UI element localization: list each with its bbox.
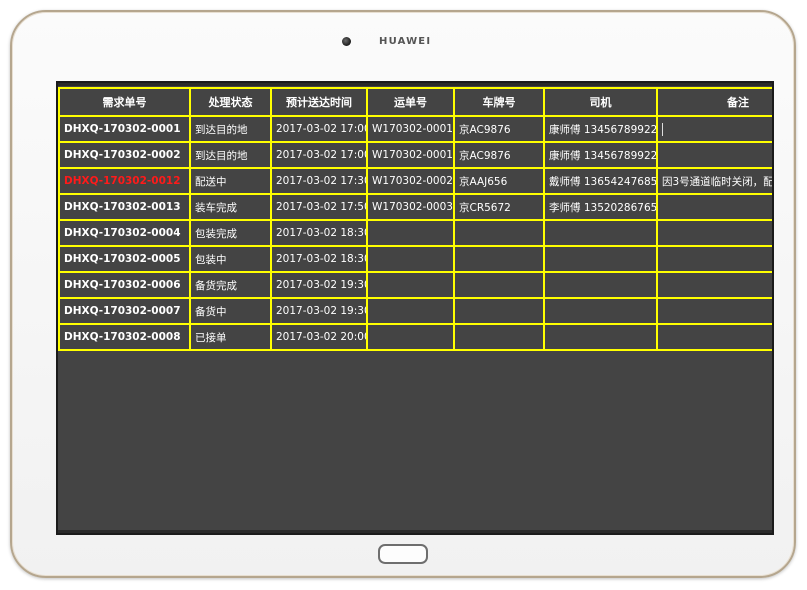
table-row[interactable]: DHXQ-170302-0008 已接单 2017-03-02 20:00 [58,323,772,351]
table-row[interactable]: DHXQ-170302-0002 到达目的地 2017-03-02 17:00 … [58,141,772,169]
cell-eta[interactable]: 2017-03-02 19:30 [270,297,368,325]
cell-waybill[interactable]: W170302-0001 [366,115,455,143]
cell-driver[interactable]: 李师傅 13520286765 [543,193,658,221]
tablet-frame: HUAWEI 需求单号 处理状态 预计送达时间 运单号 车牌号 司机 备注 DH… [10,10,796,578]
cell-waybill[interactable] [366,323,455,351]
cell-order-id[interactable]: DHXQ-170302-0012 [58,167,191,195]
cell-status[interactable]: 备货中 [189,297,272,325]
column-header-note[interactable]: 备注 [656,87,772,117]
cell-plate[interactable] [453,219,545,247]
cell-waybill[interactable] [366,271,455,299]
cell-note[interactable] [656,193,772,221]
cell-waybill[interactable]: W170302-0001 [366,141,455,169]
cell-note[interactable] [656,219,772,247]
cell-order-id[interactable]: DHXQ-170302-0013 [58,193,191,221]
cell-order-id[interactable]: DHXQ-170302-0006 [58,271,191,299]
cell-status[interactable]: 配送中 [189,167,272,195]
column-header-status[interactable]: 处理状态 [189,87,272,117]
cell-driver[interactable]: 康师傅 13456789922 [543,115,658,143]
cell-eta[interactable]: 2017-03-02 18:30 [270,245,368,273]
cell-plate[interactable]: 京AC9876 [453,141,545,169]
column-header-waybill[interactable]: 运单号 [366,87,455,117]
tablet-screen: 需求单号 处理状态 预计送达时间 运单号 车牌号 司机 备注 DHXQ-1703… [56,81,774,535]
cell-plate[interactable] [453,297,545,325]
cell-driver[interactable] [543,323,658,351]
camera-icon [342,37,351,46]
delivery-order-table: 需求单号 处理状态 预计送达时间 运单号 车牌号 司机 备注 DHXQ-1703… [58,87,772,351]
cell-driver[interactable] [543,219,658,247]
column-header-driver[interactable]: 司机 [543,87,658,117]
cell-note[interactable]: 因3号通道临时关闭，配 [656,167,772,195]
cell-status[interactable]: 装车完成 [189,193,272,221]
cell-note[interactable] [656,297,772,325]
cell-driver[interactable]: 康师傅 13456789922 [543,141,658,169]
cell-status[interactable]: 到达目的地 [189,115,272,143]
cell-status[interactable]: 备货完成 [189,271,272,299]
column-header-order-id[interactable]: 需求单号 [58,87,191,117]
text-cursor-icon [662,122,663,136]
cell-driver[interactable] [543,271,658,299]
table-row[interactable]: DHXQ-170302-0013 装车完成 2017-03-02 17:50 W… [58,193,772,221]
cell-order-id[interactable]: DHXQ-170302-0004 [58,219,191,247]
cell-order-id[interactable]: DHXQ-170302-0001 [58,115,191,143]
table-row[interactable]: DHXQ-170302-0004 包装完成 2017-03-02 18:30 [58,219,772,247]
screen-top-edge [58,83,772,86]
cell-eta[interactable]: 2017-03-02 17:30 [270,167,368,195]
cell-eta[interactable]: 2017-03-02 19:30 [270,271,368,299]
cell-order-id[interactable]: DHXQ-170302-0002 [58,141,191,169]
cell-eta[interactable]: 2017-03-02 17:00 [270,115,368,143]
cell-status[interactable]: 已接单 [189,323,272,351]
cell-plate[interactable]: 京AC9876 [453,115,545,143]
cell-driver[interactable]: 戴师傅 13654247685 [543,167,658,195]
cell-eta[interactable]: 2017-03-02 17:00 [270,141,368,169]
cell-waybill[interactable] [366,245,455,273]
cell-driver[interactable] [543,245,658,273]
cell-order-id[interactable]: DHXQ-170302-0007 [58,297,191,325]
cell-eta[interactable]: 2017-03-02 17:50 [270,193,368,221]
cell-status[interactable]: 包装完成 [189,219,272,247]
cell-plate[interactable] [453,245,545,273]
home-button[interactable] [378,544,428,564]
cell-waybill[interactable] [366,297,455,325]
column-header-plate[interactable]: 车牌号 [453,87,545,117]
cell-plate[interactable] [453,323,545,351]
cell-plate[interactable]: 京CR5672 [453,193,545,221]
table-row[interactable]: DHXQ-170302-0001 到达目的地 2017-03-02 17:00 … [58,115,772,143]
cell-eta[interactable]: 2017-03-02 18:30 [270,219,368,247]
table-body: DHXQ-170302-0001 到达目的地 2017-03-02 17:00 … [58,115,772,351]
cell-driver[interactable] [543,297,658,325]
cell-note[interactable] [656,141,772,169]
brand-logo: HUAWEI [379,36,432,47]
cell-note[interactable] [656,115,772,143]
cell-note[interactable] [656,271,772,299]
cell-note[interactable] [656,245,772,273]
cell-order-id[interactable]: DHXQ-170302-0005 [58,245,191,273]
cell-order-id[interactable]: DHXQ-170302-0008 [58,323,191,351]
table-row[interactable]: DHXQ-170302-0012 配送中 2017-03-02 17:30 W1… [58,167,772,195]
cell-waybill[interactable]: W170302-0002 [366,167,455,195]
column-header-eta[interactable]: 预计送达时间 [270,87,368,117]
cell-note[interactable] [656,323,772,351]
table-row[interactable]: DHXQ-170302-0007 备货中 2017-03-02 19:30 [58,297,772,325]
cell-waybill[interactable] [366,219,455,247]
cell-status[interactable]: 到达目的地 [189,141,272,169]
cell-plate[interactable]: 京AAJ656 [453,167,545,195]
screen-bottom-edge [58,530,772,533]
table-row[interactable]: DHXQ-170302-0005 包装中 2017-03-02 18:30 [58,245,772,273]
cell-status[interactable]: 包装中 [189,245,272,273]
cell-plate[interactable] [453,271,545,299]
table-row[interactable]: DHXQ-170302-0006 备货完成 2017-03-02 19:30 [58,271,772,299]
cell-waybill[interactable]: W170302-0003 [366,193,455,221]
cell-eta[interactable]: 2017-03-02 20:00 [270,323,368,351]
table-header-row: 需求单号 处理状态 预计送达时间 运单号 车牌号 司机 备注 [58,87,772,117]
